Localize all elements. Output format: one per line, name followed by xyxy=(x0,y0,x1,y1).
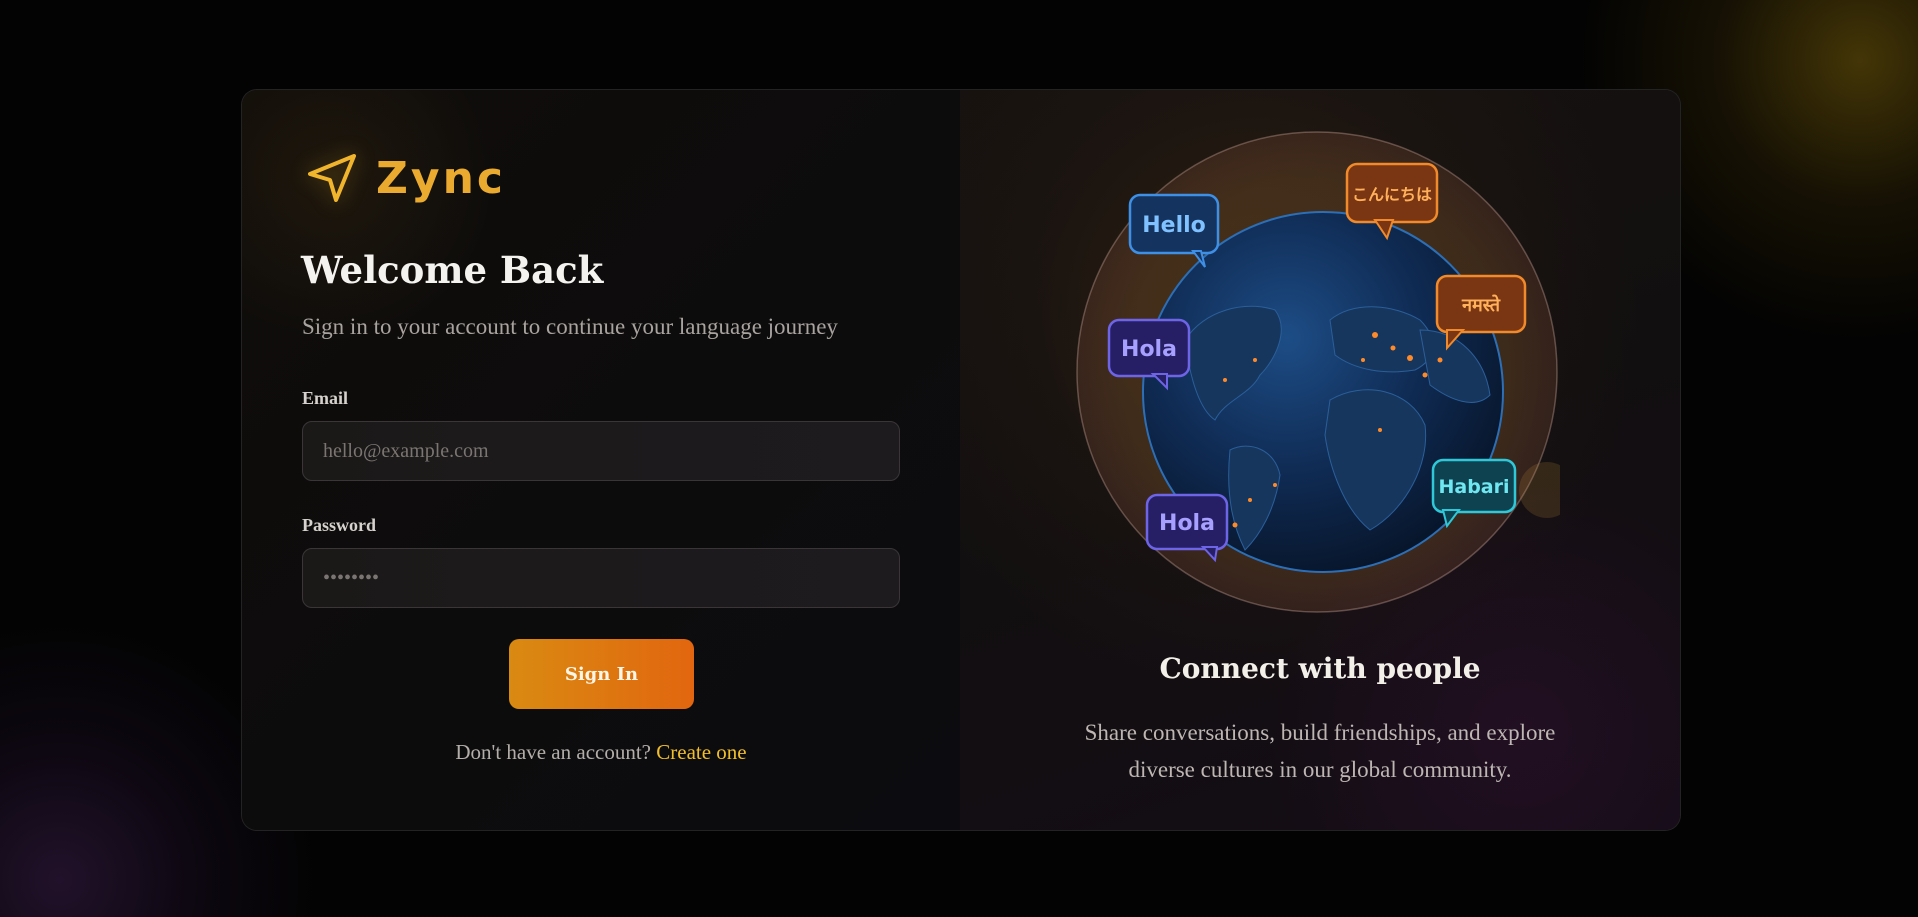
signup-prompt: Don't have an account? xyxy=(455,740,651,764)
promo-description: Share conversations, build friendships, … xyxy=(1084,720,1556,782)
brand-name: Zync xyxy=(376,152,506,204)
login-page: Zync Welcome Back Sign in to your accoun… xyxy=(0,0,1918,917)
bubble-hello-text: Hello xyxy=(1142,213,1206,238)
signup-row: Don't have an account? Create one xyxy=(242,740,960,765)
globe-illustration: Hello こんにちは Hola नमस्ते Habari Hola xyxy=(1076,131,1560,613)
create-account-link[interactable]: Create one xyxy=(656,740,746,764)
bubble-namaste-text: नमस्ते xyxy=(1461,294,1501,316)
password-label: Password xyxy=(302,515,377,535)
promo-title: Connect with people xyxy=(1159,652,1481,685)
login-card: Zync Welcome Back Sign in to your accoun… xyxy=(241,89,1681,831)
password-input[interactable] xyxy=(302,548,900,608)
brand-logo: Zync xyxy=(304,150,506,206)
bubble-hola-2-text: Hola xyxy=(1159,511,1215,536)
email-label: Email xyxy=(302,388,349,408)
promo-panel: Hello こんにちは Hola नमस्ते Habari Hola Conn… xyxy=(960,90,1680,830)
bubble-hola-1-text: Hola xyxy=(1121,337,1177,362)
bubble-habari-text: Habari xyxy=(1438,476,1509,498)
page-title: Welcome Back xyxy=(301,248,604,292)
navigation-arrow-icon xyxy=(308,154,356,202)
login-panel: Zync Welcome Back Sign in to your accoun… xyxy=(242,90,960,830)
page-subtitle: Sign in to your account to continue your… xyxy=(302,314,838,339)
sign-in-button[interactable]: Sign In xyxy=(509,639,694,709)
bubble-hola-2: Hola xyxy=(1145,493,1229,563)
email-input[interactable] xyxy=(302,421,900,481)
bubble-konnichiwa-text: こんにちは xyxy=(1352,185,1432,204)
